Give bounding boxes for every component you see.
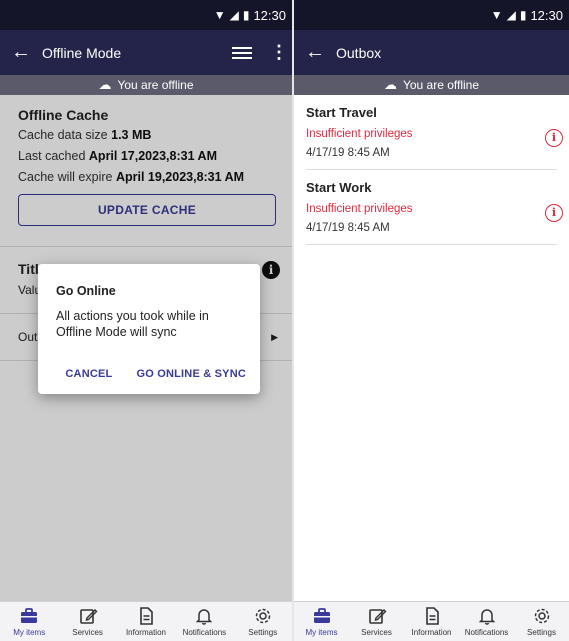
- divider: [306, 244, 557, 245]
- offline-banner-text: You are offline: [117, 78, 194, 92]
- briefcase-icon: [19, 606, 39, 626]
- error-info-icon[interactable]: i: [545, 129, 563, 147]
- dialog-title: Go Online: [56, 284, 116, 298]
- outbox-item-title: Start Travel: [306, 105, 377, 120]
- wifi-icon: ▼: [213, 8, 226, 22]
- nav-label: Information: [125, 628, 166, 637]
- nav-label: Information: [411, 628, 452, 637]
- page-title: Offline Mode: [42, 44, 122, 61]
- outbox-item-title: Start Work: [306, 180, 372, 195]
- nav-item-my-items[interactable]: My items: [294, 606, 349, 637]
- status-bar: ▼ ◢ ▮ 12:30: [0, 0, 292, 30]
- page-title: Outbox: [336, 44, 382, 61]
- go-online-sync-button[interactable]: GO ONLINE & SYNC: [136, 368, 246, 380]
- cancel-button[interactable]: CANCEL: [65, 368, 112, 380]
- gear-icon: [253, 606, 273, 626]
- bell-icon: [194, 606, 214, 626]
- nav-label: My items: [305, 628, 338, 637]
- signal-icon: ◢: [506, 8, 516, 22]
- wifi-icon: ▼: [490, 8, 503, 22]
- nav-item-information[interactable]: Information: [404, 606, 459, 637]
- bottom-navigation: My items Services Information Notifications…: [0, 601, 292, 641]
- outbox-screen: ▼ ◢ ▮ 12:30 ← Outbox ☁ You are offline S…: [294, 0, 569, 641]
- nav-item-information[interactable]: Information: [118, 606, 174, 637]
- nav-label: Settings: [527, 628, 556, 637]
- nav-label: Services: [361, 628, 392, 637]
- status-bar: ▼ ◢ ▮ 12:30: [294, 0, 569, 30]
- list-item[interactable]: Start Work Insufficient privileges 4/17/…: [294, 170, 569, 245]
- nav-label: Notifications: [464, 628, 509, 637]
- document-icon: [136, 606, 156, 626]
- go-online-dialog: Go Online All actions you took while in …: [38, 264, 260, 394]
- app-bar: ← Outbox: [294, 30, 569, 75]
- battery-icon: ▮: [519, 8, 527, 22]
- error-info-icon[interactable]: i: [545, 204, 563, 222]
- offline-banner: ☁ You are offline: [294, 75, 569, 95]
- bottom-navigation: My items Services Information Notifications…: [294, 601, 569, 641]
- outbox-item-time: 4/17/19 8:45 AM: [306, 222, 390, 234]
- app-bar: ← Offline Mode ⋮: [0, 30, 292, 75]
- battery-icon: ▮: [242, 8, 250, 22]
- status-time: 12:30: [530, 7, 563, 23]
- dialog-body: All actions you took while in Offline Mo…: [56, 309, 209, 339]
- outbox-item-error: Insufficient privileges: [306, 203, 413, 215]
- back-arrow-icon[interactable]: ←: [10, 41, 32, 64]
- nav-item-settings[interactable]: Settings: [514, 606, 569, 637]
- outbox-list: Start Travel Insufficient privileges 4/1…: [294, 95, 569, 621]
- nav-item-settings[interactable]: Settings: [235, 606, 291, 637]
- nav-item-notifications[interactable]: Notifications: [176, 606, 232, 637]
- signal-icon: ◢: [229, 8, 239, 22]
- back-arrow-icon[interactable]: ←: [304, 41, 326, 64]
- bell-icon: [477, 606, 497, 626]
- offline-mode-screen: ▼ ◢ ▮ 12:30 ← Offline Mode ⋮ ☁ You are o…: [0, 0, 292, 641]
- offline-banner: ☁ You are offline: [0, 75, 292, 95]
- list-item[interactable]: Start Travel Insufficient privileges 4/1…: [294, 95, 569, 170]
- nav-item-my-items[interactable]: My items: [1, 606, 57, 637]
- briefcase-icon: [312, 606, 332, 626]
- nav-item-services[interactable]: Services: [349, 606, 404, 637]
- outbox-item-error: Insufficient privileges: [306, 128, 413, 140]
- edit-icon: [367, 606, 387, 626]
- more-options-icon[interactable]: ⋮: [270, 42, 288, 63]
- edit-icon: [78, 606, 98, 626]
- gear-icon: [532, 606, 552, 626]
- nav-label: My items: [13, 628, 46, 637]
- nav-item-notifications[interactable]: Notifications: [459, 606, 514, 637]
- nav-item-services[interactable]: Services: [60, 606, 116, 637]
- dialog-actions: CANCEL GO ONLINE & SYNC: [65, 368, 246, 380]
- nav-label: Settings: [248, 628, 278, 637]
- filter-settings-icon[interactable]: [232, 46, 252, 59]
- cloud-off-icon: ☁: [98, 77, 112, 92]
- document-icon: [422, 606, 442, 626]
- offline-banner-text: You are offline: [402, 78, 480, 92]
- cloud-off-icon: ☁: [383, 77, 397, 92]
- status-time: 12:30: [253, 7, 286, 23]
- nav-label: Notifications: [182, 628, 227, 637]
- nav-label: Services: [72, 628, 103, 637]
- outbox-item-time: 4/17/19 8:45 AM: [306, 147, 390, 159]
